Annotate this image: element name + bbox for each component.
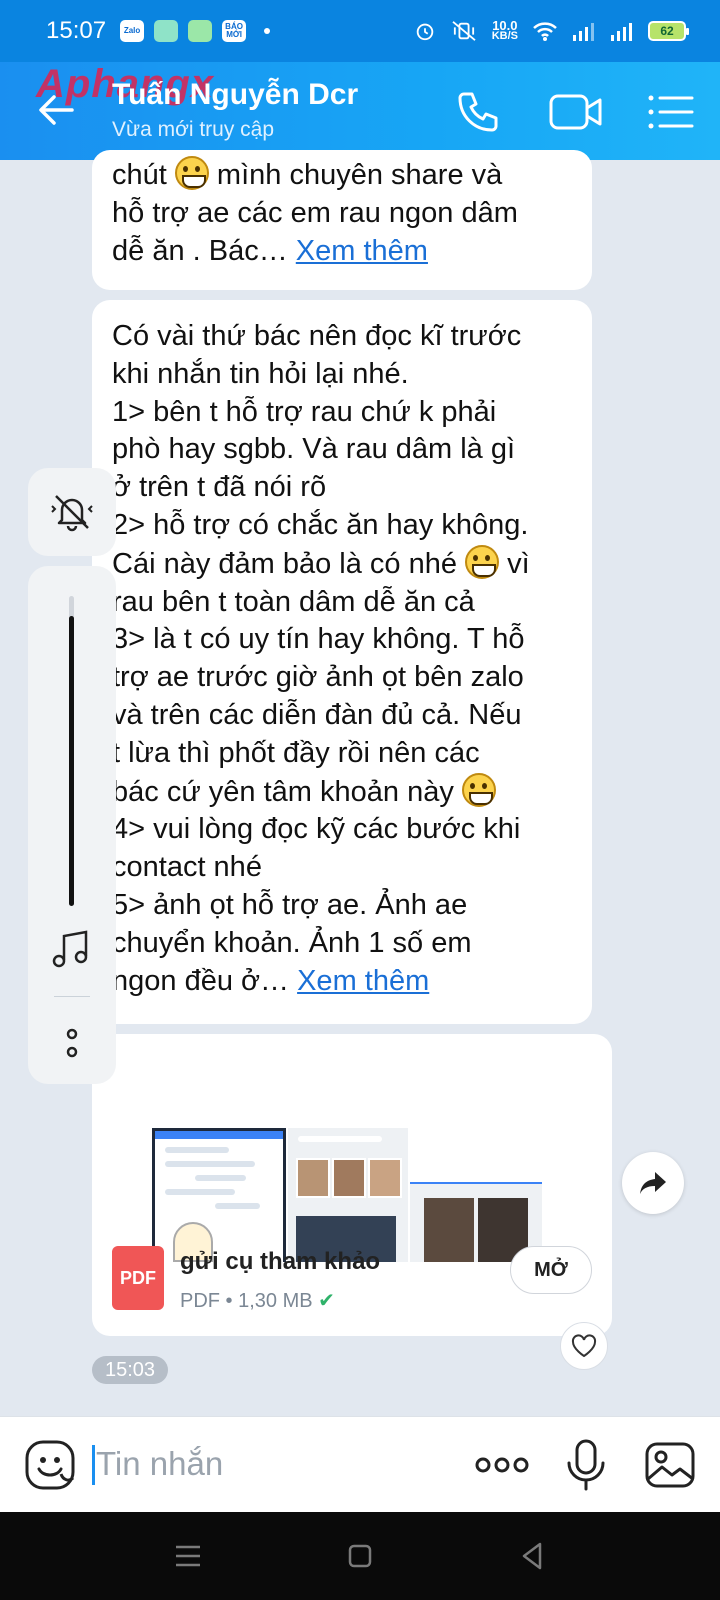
grinning-emoji-icon xyxy=(174,156,209,190)
message-line: khi nhắn tin hỏi lại nhé. xyxy=(112,357,409,390)
file-message-card[interactable]: PDF gửi cụ tham khảo PDF • 1,30 MB ✔ MỞ xyxy=(92,1034,612,1336)
message-bubble[interactable]: chút mình chuyên share và hỗ trợ ae các … xyxy=(92,150,592,290)
more-horizontal-icon[interactable] xyxy=(474,1439,530,1491)
contact-status: Vừa mới truy cập xyxy=(112,118,275,141)
status-time: 15:07 xyxy=(46,17,107,44)
react-heart-button[interactable] xyxy=(560,1322,608,1370)
message-timestamp: 15:03 xyxy=(92,1356,168,1384)
signal-icon-1 xyxy=(573,23,594,41)
message-line: rau bên t toàn dâm dễ ăn cả xyxy=(112,585,475,618)
sticker-icon[interactable] xyxy=(24,1439,76,1491)
more-vertical-icon[interactable] xyxy=(62,1028,82,1060)
message-line: 2> hỗ trợ có chắc ăn hay không. xyxy=(112,508,529,541)
nav-home-icon[interactable] xyxy=(342,1538,378,1574)
vibrate-off-icon xyxy=(452,21,476,41)
volume-panel xyxy=(28,566,116,1084)
chat-header: Aphangx Tuấn Nguyễn Dcr Vừa mới truy cập xyxy=(0,62,720,160)
calendar-app-icon xyxy=(188,20,213,42)
message-line: Có vài thứ bác nên đọc kĩ trước xyxy=(112,320,522,352)
grinning-emoji-icon xyxy=(461,772,496,807)
forward-icon xyxy=(640,1172,666,1194)
image-icon[interactable] xyxy=(644,1439,696,1491)
phone-icon[interactable] xyxy=(454,88,502,136)
message-input[interactable]: Tin nhắn xyxy=(96,1445,223,1483)
net-speed: 10.0 KB/S xyxy=(491,19,518,42)
see-more-link[interactable]: Xem thêm xyxy=(297,965,429,997)
line-text: ngon đều ở… xyxy=(112,964,298,997)
message-line: chuyển khoản. Ảnh 1 số em xyxy=(112,926,472,959)
line-text: Cái này đảm bảo là có nhé xyxy=(112,547,466,580)
notification-dot-icon xyxy=(264,28,271,34)
video-call-icon[interactable] xyxy=(548,88,604,136)
status-bar: 15:07 Zalo BÁO MỚI 10.0 KB/S 62 xyxy=(0,0,720,62)
file-name: gửi cụ tham khảo xyxy=(180,1248,381,1275)
net-speed-unit: KB/S xyxy=(491,30,518,42)
file-preview-thumbnail[interactable] xyxy=(152,1092,552,1262)
preview-chat-screenshot xyxy=(288,1128,408,1262)
message-line: 3> là t có uy tín hay không. T hỗ xyxy=(112,623,525,656)
downloaded-check-icon: ✔ xyxy=(318,1290,335,1312)
message-line: ngon đều ở… Xem thêm xyxy=(112,963,572,1001)
wifi-icon xyxy=(533,22,557,41)
mute-toggle-button[interactable] xyxy=(28,468,116,556)
contact-name[interactable]: Tuấn Nguyễn Dcr xyxy=(112,78,358,112)
message-bubble[interactable]: Có vài thứ bác nên đọc kĩ trước khi nhắn… xyxy=(92,300,592,1024)
message-text: Có vài thứ bác nên đọc kĩ trước khi nhắn… xyxy=(112,318,572,1000)
file-size: PDF • 1,30 MB xyxy=(180,1290,313,1312)
system-nav-bar xyxy=(0,1512,720,1600)
nav-back-icon[interactable] xyxy=(514,1538,550,1574)
mute-icon xyxy=(51,495,93,532)
line-text: dễ ăn . Bác… xyxy=(112,234,296,267)
message-line: 5> ảnh ọt hỗ trợ ae. Ảnh ae xyxy=(112,888,468,921)
line-text: vì xyxy=(499,547,530,580)
message-line: dễ ăn . Bác… Xem thêm xyxy=(112,233,572,271)
menu-icon[interactable] xyxy=(646,88,696,136)
message-line: phò hay sgbb. Và rau dâm là gì xyxy=(112,433,516,466)
message-line: hỗ trợ ae các em rau ngon dâm xyxy=(112,196,518,229)
message-text: chút mình chuyên share và hỗ trợ ae các … xyxy=(112,156,572,270)
message-line: contact nhé xyxy=(112,851,262,884)
alarm-icon xyxy=(416,23,433,41)
volume-slider-fill[interactable] xyxy=(69,616,74,906)
message-line: bác cứ yên tâm khoản này xyxy=(112,772,572,812)
message-line: Cái này đảm bảo là có nhé vì xyxy=(112,544,572,584)
signal-icon-2 xyxy=(611,23,632,41)
text-cursor xyxy=(92,1445,95,1485)
zalo-app-icon: Zalo xyxy=(120,20,145,42)
message-line: chút mình chuyên share và xyxy=(112,156,572,195)
messages-app-icon xyxy=(154,20,179,42)
forward-button[interactable] xyxy=(622,1152,684,1214)
pdf-file-icon: PDF xyxy=(112,1246,164,1310)
baomoi-app-icon: BÁO MỚI xyxy=(222,20,247,42)
line-text: mình chuyên share và xyxy=(208,159,503,191)
message-line: và trên các diễn đàn đủ cả. Nếu xyxy=(112,698,522,731)
heart-icon xyxy=(571,1334,597,1358)
preview-phone-screenshot xyxy=(152,1128,286,1262)
grinning-emoji-icon xyxy=(465,544,500,579)
message-input-bar: Tin nhắn xyxy=(0,1416,720,1512)
open-file-button[interactable]: MỞ xyxy=(510,1246,592,1294)
see-more-link[interactable]: Xem thêm xyxy=(296,235,428,267)
panel-divider xyxy=(54,996,90,997)
message-line: 4> vui lòng đọc kỹ các bước khi xyxy=(112,813,521,846)
message-line: ở trên t đã nói rõ xyxy=(112,471,327,504)
message-line: trợ ae trước giờ ảnh ọt bên zalo xyxy=(112,661,524,694)
battery-indicator: 62 xyxy=(648,21,689,41)
file-info-row: PDF gửi cụ tham khảo PDF • 1,30 MB ✔ MỞ xyxy=(112,1246,592,1316)
message-line: t lừa thì phốt đầy rồi nên các xyxy=(112,736,480,769)
message-line: 1> bên t hỗ trợ rau chứ k phải xyxy=(112,395,497,428)
music-note-icon[interactable] xyxy=(50,930,94,970)
line-text: bác cứ yên tâm khoản này xyxy=(112,775,462,808)
microphone-icon[interactable] xyxy=(564,1439,608,1491)
line-text: chút xyxy=(112,159,175,191)
nav-menu-icon[interactable] xyxy=(170,1538,206,1574)
file-meta: PDF • 1,30 MB ✔ xyxy=(180,1288,335,1313)
